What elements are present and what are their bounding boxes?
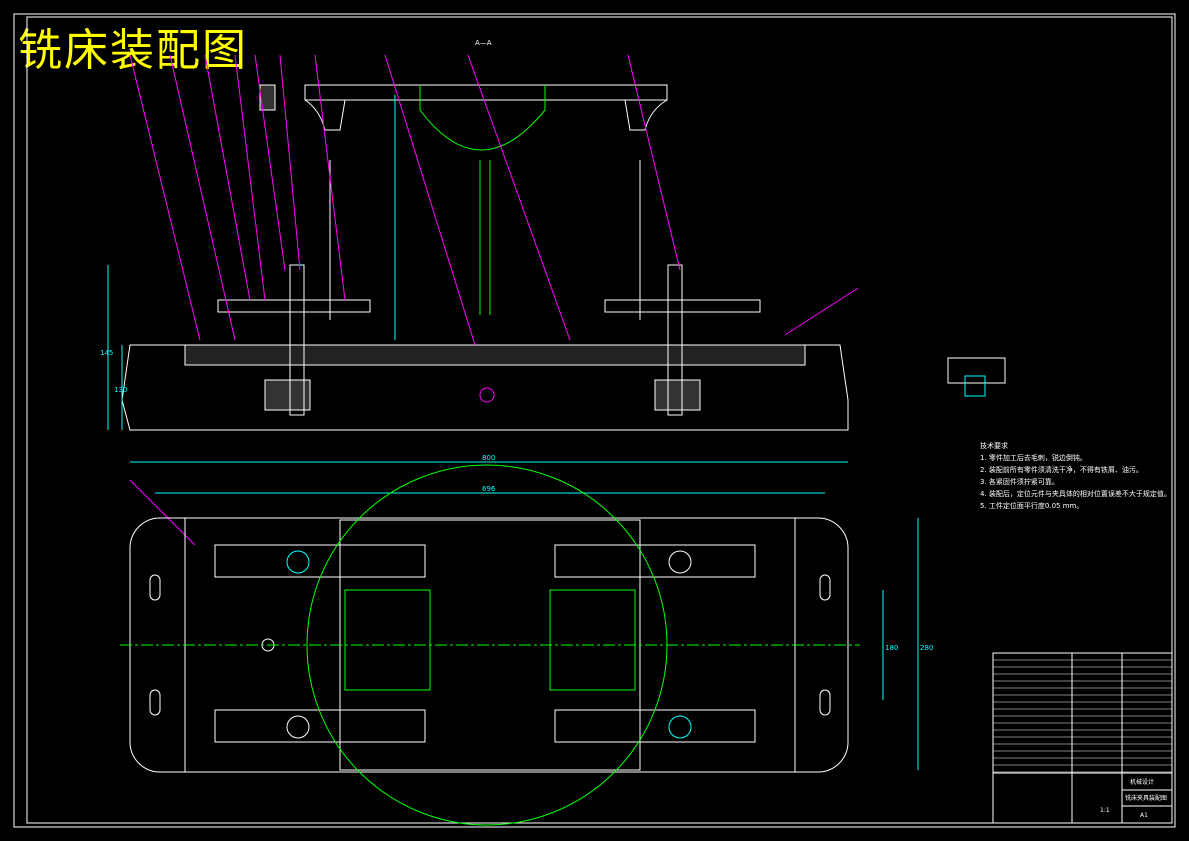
title-block-scale: 1:1: [1100, 807, 1110, 814]
dim-bottom-length: 696: [482, 485, 496, 493]
section-label: A—A: [475, 39, 492, 47]
dimension-lines: [107, 95, 919, 770]
tech-req-item: 2. 装配前所有零件须清洗干净，不得有铁屑、油污。: [980, 466, 1143, 474]
detail-view: [947, 357, 1006, 397]
tech-req-item: 1. 零件加工后去毛刺，锐边倒钝。: [980, 454, 1087, 462]
technical-requirements: 技术要求 1. 零件加工后去毛刺，锐边倒钝。 2. 装配前所有零件须清洗干净，不…: [980, 440, 1171, 512]
dim-width: 280: [920, 644, 933, 652]
tech-req-item: 4. 装配后，定位元件与夹具体的相对位置误差不大于规定值。: [980, 490, 1171, 498]
dim-overall-length: 800: [482, 454, 495, 462]
plan-inner: [120, 464, 860, 826]
dim-height-base: 130: [114, 386, 127, 394]
section-view: [121, 84, 849, 431]
cad-drawing: A—A 800 696 145 130 280 180 机械设计 铣床夹具装配图…: [13, 13, 1176, 828]
tech-req-item: 3. 各紧固件须拧紧可靠。: [980, 478, 1059, 486]
title-block-sheet: A1: [1140, 812, 1148, 819]
tech-req-item: 5. 工件定位面平行度0.05 mm。: [980, 502, 1084, 510]
title-block-school: 机械设计: [1130, 778, 1154, 786]
dim-height-total: 145: [100, 349, 113, 357]
tech-req-heading: 技术要求: [980, 442, 1008, 450]
title-block-name: 铣床夹具装配图: [1125, 794, 1167, 802]
dim-slot: 180: [885, 644, 898, 652]
